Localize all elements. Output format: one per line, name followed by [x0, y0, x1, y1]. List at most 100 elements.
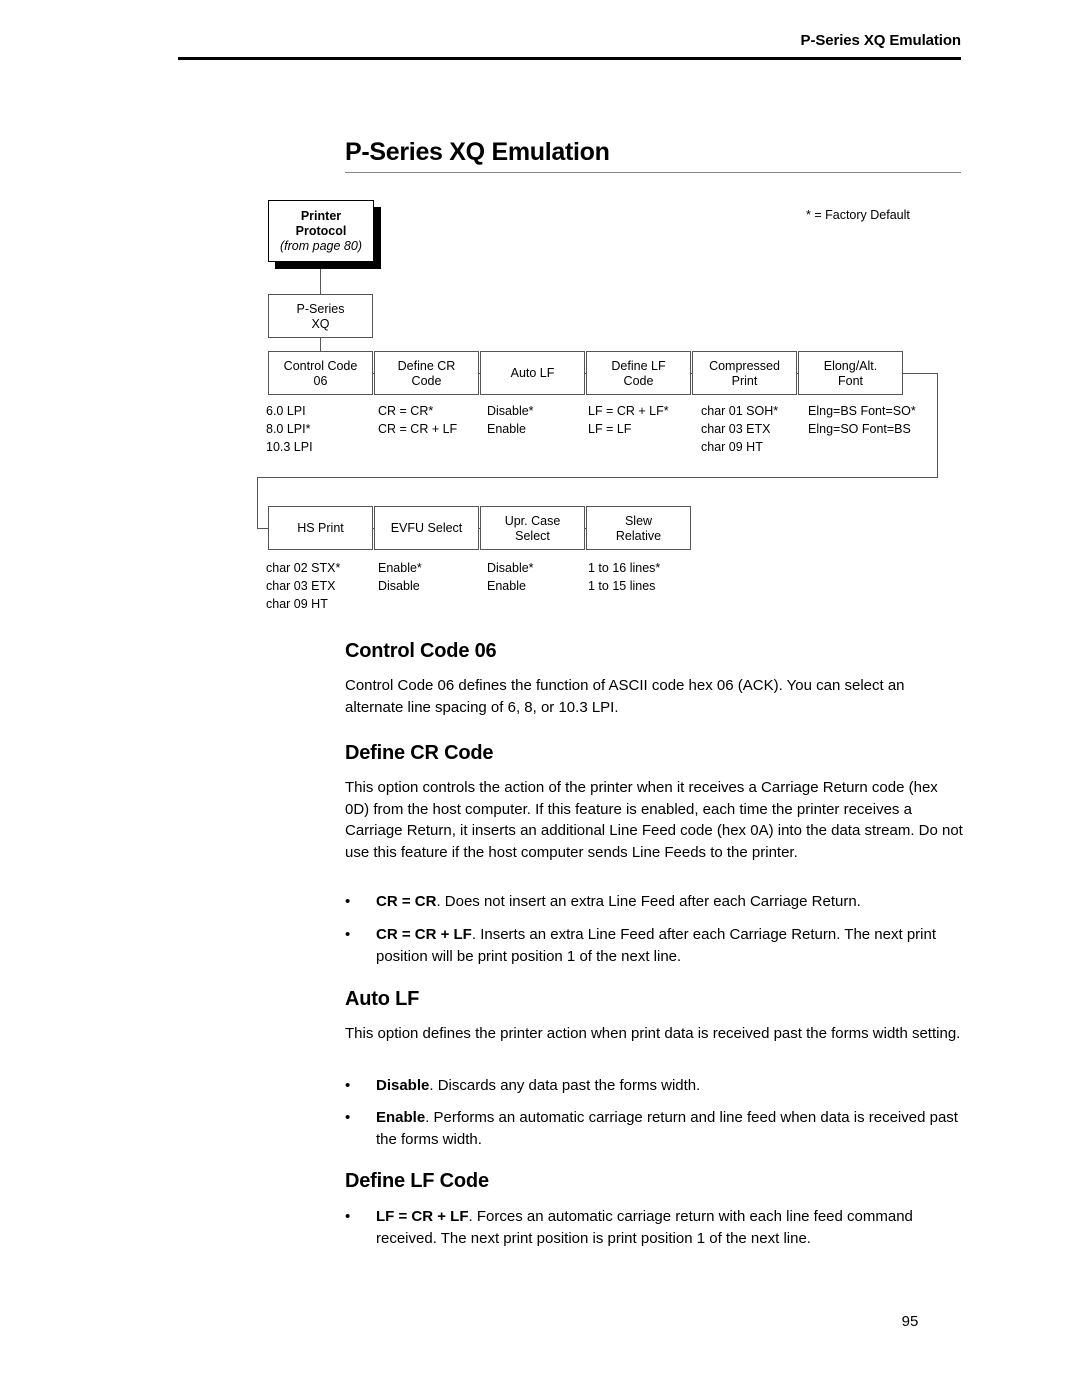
node-hs-print: HS Print [268, 506, 373, 550]
node-compressed-print-line2: Print [731, 373, 758, 388]
page-number: 95 [901, 1313, 919, 1330]
option-item: Elng=SO Font=BS [808, 422, 911, 436]
option-item: 8.0 LPI* [266, 422, 311, 436]
bullet-text: Disable. Discards any data past the form… [376, 1075, 967, 1097]
node-define-lf-code: Define LF Code [586, 351, 691, 395]
option-item: Disable [378, 579, 420, 593]
options-elong-alt-font: Elng=BS Font=SO* Elng=SO Font=BS [808, 402, 916, 438]
bullet-bold-lead: Enable [376, 1109, 426, 1126]
bullet-bold-lead: LF = CR + LF [376, 1208, 469, 1225]
option-item: Disable* [487, 561, 534, 575]
option-item: Enable [487, 422, 526, 436]
node-control-code-06-line1: Control Code [283, 358, 358, 373]
node-define-cr-code-line1: Define CR [397, 358, 456, 373]
node-control-code-06: Control Code 06 [268, 351, 373, 395]
option-item: Disable* [487, 404, 534, 418]
bullet-text: CR = CR + LF. Inserts an extra Line Feed… [376, 924, 967, 967]
node-p-series-xq: P-Series XQ [268, 294, 373, 338]
node-slew-relative: Slew Relative [586, 506, 691, 550]
node-hs-print-line1: HS Print [297, 521, 344, 535]
node-define-cr-code: Define CR Code [374, 351, 479, 395]
option-item: char 03 ETX [701, 422, 771, 436]
paragraph-control-code-06: Control Code 06 defines the function of … [345, 677, 905, 716]
connector-protocol-to-row1 [320, 338, 321, 351]
connector-wrap-left [257, 477, 938, 478]
node-upr-case-select-line1: Upr. Case [504, 513, 561, 528]
option-item: LF = CR + LF* [588, 404, 669, 418]
node-auto-lf: Auto LF [480, 351, 585, 395]
connector-wrap-down2 [257, 477, 258, 528]
bullet-item: • Enable. Performs an automatic carriage… [345, 1107, 967, 1150]
node-control-code-06-line2: 06 [313, 373, 328, 388]
option-item: char 09 HT [266, 597, 328, 611]
node-p-series-xq-line1: P-Series [296, 301, 345, 316]
node-elong-alt-font-line2: Font [837, 373, 863, 388]
node-printer-protocol: Printer Protocol (from page 80) [268, 200, 374, 262]
node-define-lf-code-line1: Define LF [611, 358, 666, 373]
bullet-item: • LF = CR + LF. Forces an automatic carr… [345, 1206, 967, 1249]
node-slew-relative-line1: Slew [624, 513, 653, 528]
node-evfu-select-line1: EVFU Select [390, 521, 463, 535]
option-item: 1 to 15 lines [588, 579, 656, 593]
heading-define-lf-code: Define LF Code [345, 1170, 489, 1192]
bullet-marker-icon: • [345, 893, 351, 910]
bullet-marker-icon: • [345, 1077, 351, 1094]
node-compressed-print-line1: Compressed [709, 358, 780, 373]
heading-define-cr-code: Define CR Code [345, 742, 494, 764]
options-upr-case-select: Disable* Enable [487, 559, 534, 595]
node-upr-case-select: Upr. Case Select [480, 506, 585, 550]
bullet-item: • CR = CR + LF. Inserts an extra Line Fe… [345, 924, 967, 967]
factory-default-note: * = Factory Default [806, 208, 910, 222]
bullet-marker-icon: • [345, 1208, 351, 1225]
options-compressed-print: char 01 SOH* char 03 ETX char 09 HT [701, 402, 778, 456]
bullet-item: • Disable. Discards any data past the fo… [345, 1075, 967, 1097]
heading-auto-lf: Auto LF [345, 988, 420, 1010]
node-printer-protocol-line3: (from page 80) [280, 239, 362, 253]
node-upr-case-select-line2: Select [515, 528, 550, 543]
option-item: char 09 HT [701, 440, 763, 454]
bullet-text: CR = CR. Does not insert an extra Line F… [376, 891, 967, 913]
options-evfu-select: Enable* Disable [378, 559, 422, 595]
bullet-bold-lead: CR = CR [376, 893, 437, 910]
options-slew-relative: 1 to 16 lines* 1 to 15 lines [588, 559, 660, 595]
node-printer-protocol-line1: Printer [300, 209, 342, 223]
node-p-series-xq-line2: XQ [311, 316, 330, 331]
paragraph-auto-lf: This option defines the printer action w… [345, 1025, 961, 1042]
options-define-lf-code: LF = CR + LF* LF = LF [588, 402, 669, 438]
options-control-code-06: 6.0 LPI 8.0 LPI* 10.3 LPI [266, 402, 313, 456]
options-auto-lf: Disable* Enable [487, 402, 534, 438]
bullet-bold-lead: CR = CR + LF [376, 926, 472, 943]
node-define-cr-code-line2: Code [411, 373, 442, 388]
bullet-marker-icon: • [345, 1109, 351, 1126]
node-define-lf-code-line2: Code [623, 373, 654, 388]
menu-tree-diagram: * = Factory Default Printer Protocol (fr… [0, 0, 1080, 620]
heading-control-code-06: Control Code 06 [345, 640, 497, 662]
option-item: LF = LF [588, 422, 632, 436]
node-evfu-select: EVFU Select [374, 506, 479, 550]
option-item: Enable* [378, 561, 422, 575]
option-item: 6.0 LPI [266, 404, 306, 418]
option-item: char 02 STX* [266, 561, 341, 575]
option-item: CR = CR* [378, 404, 434, 418]
bullet-rest: . Does not insert an extra Line Feed aft… [436, 893, 861, 910]
connector-wrap-right [903, 373, 938, 374]
option-item: CR = CR + LF [378, 422, 458, 436]
option-item: Elng=BS Font=SO* [808, 404, 916, 418]
node-elong-alt-font-line1: Elong/Alt. [823, 358, 878, 373]
bullet-text: Enable. Performs an automatic carriage r… [376, 1107, 967, 1150]
connector-wrap-down [937, 373, 938, 478]
option-item: 10.3 LPI [266, 440, 313, 454]
bullet-rest: . Discards any data past the forms width… [429, 1077, 701, 1094]
option-item: char 01 SOH* [701, 404, 779, 418]
bullet-marker-icon: • [345, 926, 351, 943]
node-auto-lf-line1: Auto LF [510, 366, 555, 380]
bullet-text: LF = CR + LF. Forces an automatic carria… [376, 1206, 967, 1249]
option-item: Enable [487, 579, 526, 593]
options-hs-print: char 02 STX* char 03 ETX char 09 HT [266, 559, 340, 613]
options-define-cr-code: CR = CR* CR = CR + LF [378, 402, 457, 438]
option-item: char 03 ETX [266, 579, 336, 593]
node-elong-alt-font: Elong/Alt. Font [798, 351, 903, 395]
option-item: 1 to 16 lines* [588, 561, 661, 575]
node-slew-relative-line2: Relative [615, 528, 662, 543]
bullet-item: • CR = CR. Does not insert an extra Line… [345, 891, 967, 913]
